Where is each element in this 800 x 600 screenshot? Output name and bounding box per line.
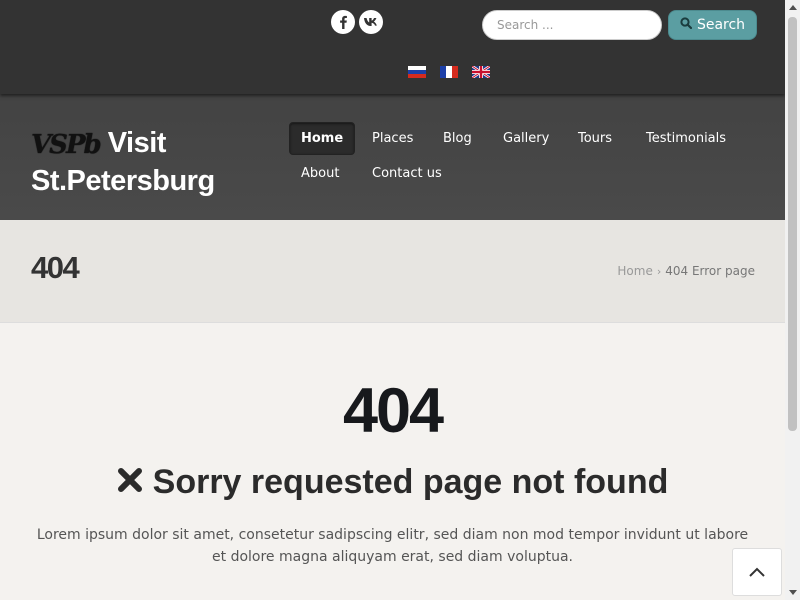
scroll-down-arrow-icon[interactable] xyxy=(785,585,800,600)
search-form: Search xyxy=(482,10,757,40)
error-heading: Sorry requested page not found xyxy=(0,463,785,502)
social-links xyxy=(331,10,383,34)
nav-item-testimonials[interactable]: Testimonials xyxy=(646,131,726,146)
error-description: Lorem ipsum dolor sit amet, consetetur s… xyxy=(36,527,749,565)
top-bar: Search xyxy=(0,0,785,94)
search-icon xyxy=(680,17,693,33)
scrollbar-thumb[interactable] xyxy=(788,17,797,431)
nav-item-home[interactable]: Home xyxy=(289,122,356,155)
nav-item-about[interactable]: About xyxy=(301,166,339,181)
search-button[interactable]: Search xyxy=(668,10,757,40)
logo-text-line2: St.Petersburg xyxy=(31,165,215,197)
site-logo[interactable]: VSPb Visit St.Petersburg xyxy=(31,122,215,198)
nav-item-contact[interactable]: Contact us xyxy=(372,166,442,181)
page-scrollbar[interactable] xyxy=(785,0,800,600)
main-content: 404 Sorry requested page not found Lorem… xyxy=(0,323,785,600)
breadcrumb: Home › 404 Error page xyxy=(617,264,755,278)
nav-item-blog[interactable]: Blog xyxy=(443,131,472,146)
logo-text-line1: Visit xyxy=(107,127,167,159)
nav-item-gallery[interactable]: Gallery xyxy=(503,131,549,146)
page-title-bar: 404 Home › 404 Error page xyxy=(0,220,785,323)
uk-flag-icon[interactable] xyxy=(472,66,490,78)
error-code: 404 xyxy=(342,376,444,446)
breadcrumb-separator-icon: › xyxy=(656,264,662,278)
france-flag-icon[interactable] xyxy=(440,66,458,78)
page-title: 404 xyxy=(31,250,80,285)
facebook-icon[interactable] xyxy=(331,10,355,34)
russia-flag-icon[interactable] xyxy=(408,66,426,78)
close-icon xyxy=(117,463,143,502)
search-button-label: Search xyxy=(696,17,746,33)
error-heading-text: Sorry requested page not found xyxy=(152,463,669,501)
nav-item-places[interactable]: Places xyxy=(372,131,413,146)
scroll-up-arrow-icon[interactable] xyxy=(785,0,800,15)
breadcrumb-home-link[interactable]: Home xyxy=(617,264,652,278)
language-switcher xyxy=(408,66,490,78)
back-to-top-button[interactable] xyxy=(732,548,782,596)
chevron-up-icon xyxy=(748,563,766,582)
vk-icon[interactable] xyxy=(359,10,383,34)
logo-mark: VSPb xyxy=(31,130,102,160)
breadcrumb-current: 404 Error page xyxy=(665,264,755,278)
search-input[interactable] xyxy=(482,10,662,40)
site-header: VSPb Visit St.Petersburg Home Places Blo… xyxy=(0,94,785,220)
nav-item-tours[interactable]: Tours xyxy=(578,131,612,146)
